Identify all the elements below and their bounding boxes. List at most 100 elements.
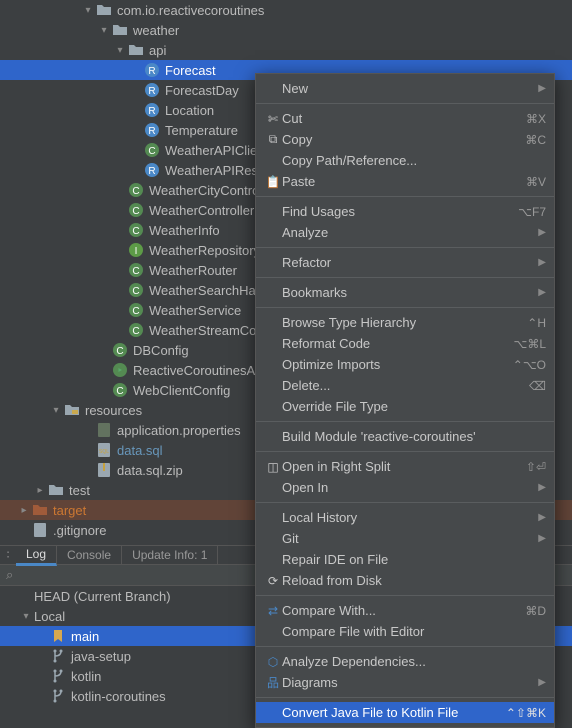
menu-optimize-imports[interactable]: Optimize Imports ⌃⌥O xyxy=(256,354,554,375)
split-right-icon: ◫ xyxy=(264,459,282,475)
record-icon: R xyxy=(144,102,160,118)
svg-text:C: C xyxy=(132,286,139,297)
node-label: WeatherStreamCon xyxy=(149,323,264,338)
class-icon: C xyxy=(128,282,144,298)
record-icon: R xyxy=(144,62,160,78)
node-label: WeatherAPIClie xyxy=(165,143,257,158)
chevron-right-icon: ▶ xyxy=(538,227,546,238)
menu-new[interactable]: New ▶ xyxy=(256,78,554,99)
node-label: WeatherRouter xyxy=(149,263,237,278)
context-menu: New ▶ ✄ Cut ⌘X ⧉ Copy ⌘C Copy Path/Refer… xyxy=(255,73,555,728)
node-label: test xyxy=(69,483,90,498)
menu-diagrams[interactable]: 品 Diagrams ▶ xyxy=(256,672,554,693)
reload-icon: ⟳ xyxy=(264,573,282,589)
menu-build-module[interactable]: Build Module 'reactive-coroutines' xyxy=(256,426,554,447)
chevron-right-icon: ▶ xyxy=(538,482,546,493)
menu-separator xyxy=(256,277,554,278)
expand-arrow-icon[interactable]: ▾ xyxy=(80,5,96,16)
class-icon: C xyxy=(128,222,144,238)
menu-compare-with[interactable]: ⇄ Compare With... ⌘D xyxy=(256,600,554,621)
collapse-arrow-icon[interactable]: ▸ xyxy=(16,505,32,516)
menu-delete[interactable]: Delete... ⌫ xyxy=(256,375,554,396)
tab-update-info[interactable]: Update Info: 1 xyxy=(122,546,218,564)
menu-paste[interactable]: 📋 Paste ⌘V xyxy=(256,171,554,192)
svg-text:SQL: SQL xyxy=(99,449,109,455)
menu-find-usages[interactable]: Find Usages ⌥F7 xyxy=(256,201,554,222)
expand-arrow-icon[interactable]: ▾ xyxy=(96,25,112,36)
menu-copy-path[interactable]: Copy Path/Reference... xyxy=(256,150,554,171)
svg-text:C: C xyxy=(132,266,139,277)
class-icon: C xyxy=(128,322,144,338)
menu-refactor[interactable]: Refactor ▶ xyxy=(256,252,554,273)
node-label: WeatherCityControl xyxy=(149,183,262,198)
node-label: data.sql.zip xyxy=(117,463,183,478)
tab-log[interactable]: Log xyxy=(16,545,57,566)
menu-browse-hierarchy[interactable]: Browse Type Hierarchy ⌃H xyxy=(256,312,554,333)
node-label: target xyxy=(53,503,86,518)
menu-separator xyxy=(256,595,554,596)
menu-cut[interactable]: ✄ Cut ⌘X xyxy=(256,108,554,129)
node-label: Location xyxy=(165,103,214,118)
menu-separator xyxy=(256,646,554,647)
menu-repair-ide[interactable]: Repair IDE on File xyxy=(256,549,554,570)
properties-file-icon xyxy=(96,422,112,438)
class-icon: C xyxy=(128,302,144,318)
menu-convert-kotlin[interactable]: Convert Java File to Kotlin File ⌃⇧⌘K xyxy=(256,702,554,723)
resources-folder-icon xyxy=(64,402,80,418)
bookmark-icon xyxy=(50,628,66,644)
menu-analyze[interactable]: Analyze ▶ xyxy=(256,222,554,243)
scissors-icon: ✄ xyxy=(264,111,282,127)
svg-text:C: C xyxy=(132,206,139,217)
text-file-icon xyxy=(32,522,48,538)
node-label: com.io.reactivecoroutines xyxy=(117,3,264,18)
expand-arrow-icon[interactable]: ▾ xyxy=(48,405,64,416)
menu-bookmarks[interactable]: Bookmarks ▶ xyxy=(256,282,554,303)
svg-text:C: C xyxy=(116,346,123,357)
expand-arrow-icon[interactable]: ▾ xyxy=(18,611,34,622)
node-label: data.sql xyxy=(117,443,163,458)
record-icon: R xyxy=(144,162,160,178)
menu-separator xyxy=(256,307,554,308)
class-icon: C xyxy=(112,382,128,398)
class-icon: C xyxy=(128,262,144,278)
folder-icon xyxy=(112,22,128,38)
menu-separator xyxy=(256,103,554,104)
diagram-icon: 品 xyxy=(264,675,282,691)
menu-reformat[interactable]: Reformat Code ⌥⌘L xyxy=(256,333,554,354)
menu-open-right-split[interactable]: ◫ Open in Right Split ⇧⏎ xyxy=(256,456,554,477)
menu-open-in[interactable]: Open In ▶ xyxy=(256,477,554,498)
branch-label: HEAD (Current Branch) xyxy=(34,589,171,604)
node-label: ReactiveCoroutinesAp xyxy=(133,363,262,378)
branch-label: java-setup xyxy=(71,649,131,664)
menu-copy[interactable]: ⧉ Copy ⌘C xyxy=(256,129,554,150)
menu-local-history[interactable]: Local History ▶ xyxy=(256,507,554,528)
tab-console[interactable]: Console xyxy=(57,546,122,564)
record-icon: R xyxy=(144,122,160,138)
menu-analyze-deps[interactable]: ⬡ Analyze Dependencies... xyxy=(256,651,554,672)
menu-separator xyxy=(256,451,554,452)
tree-node-package[interactable]: ▾ weather xyxy=(0,20,572,40)
interface-icon: I xyxy=(128,242,144,258)
menu-reload-disk[interactable]: ⟳ Reload from Disk xyxy=(256,570,554,591)
archive-file-icon xyxy=(96,462,112,478)
menu-git[interactable]: Git ▶ xyxy=(256,528,554,549)
record-icon: R xyxy=(144,82,160,98)
tool-settings-icon[interactable]: ∶ xyxy=(0,548,16,562)
class-icon: C xyxy=(112,342,128,358)
menu-override-type[interactable]: Override File Type xyxy=(256,396,554,417)
collapse-arrow-icon[interactable]: ▸ xyxy=(32,485,48,496)
tree-node-package[interactable]: ▾ com.io.reactivecoroutines xyxy=(0,0,572,20)
svg-text:C: C xyxy=(132,226,139,237)
node-label: .gitignore xyxy=(53,523,106,538)
tree-node-package[interactable]: ▾ api xyxy=(0,40,572,60)
menu-compare-editor[interactable]: Compare File with Editor xyxy=(256,621,554,642)
class-icon: C xyxy=(144,142,160,158)
expand-arrow-icon[interactable]: ▾ xyxy=(112,45,128,56)
deps-icon: ⬡ xyxy=(264,654,282,670)
class-runnable-icon xyxy=(112,362,128,378)
menu-separator xyxy=(256,247,554,248)
svg-text:C: C xyxy=(132,326,139,337)
node-label: WeatherService xyxy=(149,303,241,318)
class-icon: C xyxy=(128,182,144,198)
node-label: api xyxy=(149,43,166,58)
